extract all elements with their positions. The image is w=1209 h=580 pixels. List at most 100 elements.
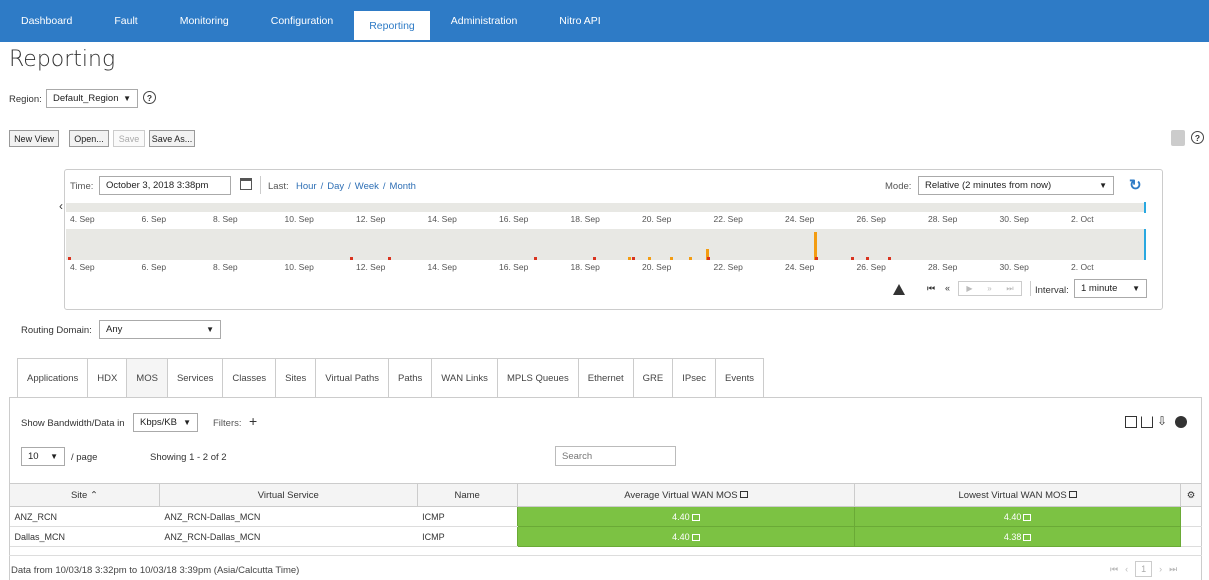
table-row[interactable]: Dallas_MCN ANZ_RCN-Dallas_MCN ICMP 4.40 … xyxy=(9,526,1202,547)
prev-page-icon[interactable]: « xyxy=(945,283,950,293)
mode-label: Mode: xyxy=(885,181,912,192)
nav-tab-nitro-api[interactable]: Nitro API xyxy=(538,0,621,42)
last-hour-link[interactable]: Hour xyxy=(296,181,317,192)
nav-tab-fault[interactable]: Fault xyxy=(93,0,158,42)
col-avg-mos-label: Average Virtual WAN MOS xyxy=(624,489,738,501)
chart-icon[interactable] xyxy=(1068,491,1077,499)
alarm-bar[interactable] xyxy=(68,257,71,260)
last-icon[interactable]: ⏭ xyxy=(1006,284,1013,294)
nav-tab-administration[interactable]: Administration xyxy=(430,0,539,42)
overview-strip[interactable] xyxy=(66,203,1146,212)
last-week-link[interactable]: Week xyxy=(355,181,379,192)
help-icon-2[interactable]: ? xyxy=(1191,131,1204,144)
alarm-bar[interactable] xyxy=(815,257,818,260)
low-mos-value: 4.40 xyxy=(1003,511,1022,522)
first-page-icon[interactable]: ⏮ xyxy=(1110,564,1118,575)
tab-ipsec[interactable]: IPsec xyxy=(673,358,717,398)
time-input[interactable]: October 3, 2018 3:38pm xyxy=(99,176,231,195)
new-view-button[interactable]: New View xyxy=(9,130,59,147)
alarm-bar[interactable] xyxy=(388,257,391,260)
chart-icon[interactable] xyxy=(691,513,700,521)
page-number[interactable]: 1 xyxy=(1135,561,1153,577)
open-button[interactable]: Open... xyxy=(69,130,109,147)
save-icon[interactable] xyxy=(1125,416,1137,428)
tab-events[interactable]: Events xyxy=(716,358,765,398)
alarm-bar[interactable] xyxy=(851,257,854,260)
save-button[interactable]: Save xyxy=(113,130,145,147)
col-name[interactable]: Name xyxy=(416,483,518,507)
calendar-icon[interactable] xyxy=(240,178,252,190)
globe-icon[interactable] xyxy=(1175,416,1187,428)
routing-domain-select[interactable]: Any ▼ xyxy=(99,320,221,339)
search-input[interactable] xyxy=(555,446,676,466)
overview-cursor[interactable] xyxy=(1144,202,1146,213)
nav-tab-configuration[interactable]: Configuration xyxy=(250,0,354,42)
tab-applications[interactable]: Applications xyxy=(18,358,89,398)
per-page-select[interactable]: 10 ▼ xyxy=(21,447,65,466)
alarm-bar[interactable] xyxy=(689,257,692,260)
bandwidth-select[interactable]: Kbps/KB ▼ xyxy=(133,413,198,432)
next-icon[interactable]: » xyxy=(987,284,991,293)
tab-virtual-paths[interactable]: Virtual Paths xyxy=(316,358,389,398)
alarm-bar[interactable] xyxy=(350,257,353,260)
alarm-bars xyxy=(66,229,1146,260)
mode-select[interactable]: Relative (2 minutes from now) ▼ xyxy=(918,176,1114,195)
alarm-bar[interactable] xyxy=(628,257,631,260)
play-icon[interactable]: ▶ xyxy=(966,284,972,293)
alarm-bar[interactable] xyxy=(814,232,817,260)
col-virtual-service[interactable]: Virtual Service xyxy=(158,483,418,507)
timeline-tick-label: 20. Sep xyxy=(642,262,672,272)
alarm-bar[interactable] xyxy=(866,257,869,260)
download-icon[interactable]: ⇩ xyxy=(1157,414,1167,428)
divider xyxy=(260,176,261,194)
tab-services[interactable]: Services xyxy=(167,358,224,398)
tab-mpls-queues[interactable]: MPLS Queues xyxy=(497,358,579,398)
tab-mos[interactable]: MOS xyxy=(127,358,168,398)
chevron-left-icon[interactable]: ‹ xyxy=(59,199,63,213)
col-avg-mos[interactable]: Average Virtual WAN MOS xyxy=(516,483,856,507)
chart-icon[interactable] xyxy=(691,533,700,541)
add-filter-icon[interactable]: + xyxy=(249,413,257,429)
refresh-icon[interactable]: ↻ xyxy=(1129,176,1142,194)
region-label: Region: xyxy=(9,94,42,105)
tab-hdx[interactable]: HDX xyxy=(88,358,128,398)
nav-tab-reporting[interactable]: Reporting xyxy=(354,11,430,40)
first-page-icon[interactable]: ⏮ xyxy=(927,283,936,294)
alarm-bar[interactable] xyxy=(593,257,596,260)
chart-icon[interactable] xyxy=(1023,533,1032,541)
chart-icon[interactable] xyxy=(1023,513,1032,521)
tab-wan-links[interactable]: WAN Links xyxy=(432,358,498,398)
alarm-bar[interactable] xyxy=(534,257,537,260)
timeline-tick-label: 14. Sep xyxy=(427,214,457,224)
tab-gre[interactable]: GRE xyxy=(633,358,674,398)
alarm-bar[interactable] xyxy=(888,257,891,260)
alarm-bar[interactable] xyxy=(707,257,710,260)
tab-sites[interactable]: Sites xyxy=(276,358,317,398)
nav-tab-monitoring[interactable]: Monitoring xyxy=(159,0,250,42)
col-site[interactable]: Site ⌃ xyxy=(9,483,160,507)
last-month-link[interactable]: Month xyxy=(390,181,416,192)
interval-select[interactable]: 1 minute ▼ xyxy=(1074,279,1147,298)
alarm-bar[interactable] xyxy=(670,257,673,260)
chart-icon[interactable] xyxy=(739,491,748,499)
region-select[interactable]: Default_Region ▼ xyxy=(46,89,138,108)
table-row[interactable]: ANZ_RCN ANZ_RCN-Dallas_MCN ICMP 4.40 4.4… xyxy=(9,506,1202,527)
alarm-bar[interactable] xyxy=(632,257,635,260)
alarm-bar[interactable] xyxy=(648,257,651,260)
tab-ethernet[interactable]: Ethernet xyxy=(578,358,634,398)
cell-site: ANZ_RCN xyxy=(9,506,160,527)
column-settings[interactable]: ⚙ xyxy=(1179,483,1203,507)
tab-paths[interactable]: Paths xyxy=(389,358,433,398)
timeline-tick-label: 30. Sep xyxy=(999,214,1029,224)
tab-classes[interactable]: Classes xyxy=(223,358,277,398)
col-low-mos[interactable]: Lowest Virtual WAN MOS xyxy=(854,483,1181,507)
next-page-icon[interactable]: › xyxy=(1159,564,1162,574)
help-icon[interactable]: ? xyxy=(143,91,156,104)
last-page-icon[interactable]: ⏭ xyxy=(1169,564,1177,575)
trash-icon[interactable] xyxy=(1171,130,1185,146)
nav-tab-dashboard[interactable]: Dashboard xyxy=(0,0,93,42)
last-day-link[interactable]: Day xyxy=(327,181,344,192)
prev-page-icon[interactable]: ‹ xyxy=(1125,564,1128,574)
share-icon[interactable] xyxy=(1141,416,1153,428)
save-as-button[interactable]: Save As... xyxy=(149,130,195,147)
